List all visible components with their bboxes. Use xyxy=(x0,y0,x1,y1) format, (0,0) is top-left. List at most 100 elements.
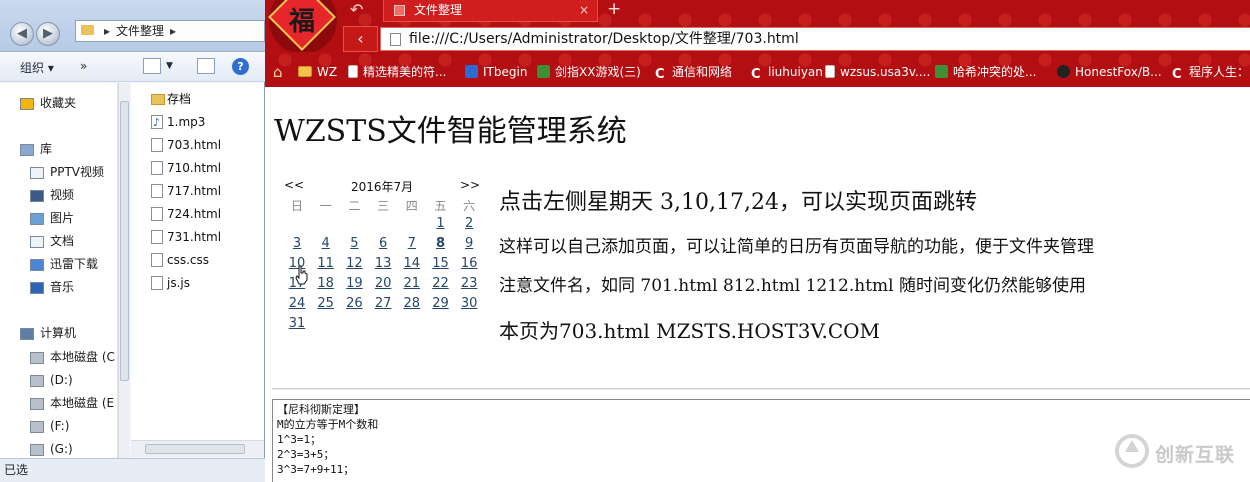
calendar-day[interactable]: 4 xyxy=(312,236,340,251)
preview-pane-icon[interactable] xyxy=(197,58,215,74)
browser-back-button[interactable]: ‹ xyxy=(343,26,378,52)
nav-item[interactable]: 本地磁盘 (E xyxy=(30,393,114,413)
note-line: 1^3=1； xyxy=(277,433,322,446)
calendar-day[interactable]: 15 xyxy=(427,256,455,271)
nav-item[interactable]: (D:) xyxy=(30,370,73,390)
file-item[interactable]: 724.html xyxy=(151,204,221,224)
close-icon[interactable]: × xyxy=(579,0,589,20)
calendar-day-link[interactable]: 3 xyxy=(283,236,311,251)
calendar-day[interactable]: 26 xyxy=(340,296,368,311)
scroll-thumb[interactable] xyxy=(145,444,245,454)
folder-icon xyxy=(151,94,165,105)
calendar-day[interactable]: 21 xyxy=(398,276,426,291)
calendar-day[interactable]: 5 xyxy=(340,236,368,251)
calendar-weekday: 一 xyxy=(319,199,332,213)
file-item[interactable]: 703.html xyxy=(151,135,222,155)
bookmark-item[interactable]: C 程序人生： xyxy=(1172,64,1249,82)
calendar-day[interactable]: 6 xyxy=(369,236,397,251)
nav-item[interactable]: PPTV视频 xyxy=(30,162,104,182)
calendar-day[interactable]: 7 xyxy=(398,236,426,251)
file-item[interactable]: js.js xyxy=(151,273,190,293)
scroll-thumb[interactable] xyxy=(120,101,129,381)
horizontal-scrollbar[interactable] xyxy=(131,440,264,457)
calendar-day-link[interactable]: 31 xyxy=(283,316,311,331)
undo-close-tab-icon[interactable]: ↶ xyxy=(350,0,363,19)
nav-item[interactable]: 库 xyxy=(20,139,52,159)
nav-item[interactable]: (G:) xyxy=(30,439,73,458)
organize-menu[interactable]: 组织 ▾ xyxy=(20,59,54,76)
nav-item-label: 库 xyxy=(40,142,53,156)
calendar-day[interactable]: 30 xyxy=(455,296,483,311)
bookmark-item[interactable]: ITbegin xyxy=(465,64,527,80)
file-item[interactable]: 731.html xyxy=(151,227,222,247)
hand-cursor-icon xyxy=(295,265,308,285)
forward-button[interactable]: ▶ xyxy=(36,22,60,46)
nav-item[interactable]: (F:) xyxy=(30,416,69,436)
new-tab-button[interactable]: + xyxy=(607,0,621,19)
nav-item[interactable]: 音乐 xyxy=(30,277,74,297)
calendar-day[interactable]: 16 xyxy=(455,256,483,271)
calendar-day[interactable]: 14 xyxy=(398,256,426,271)
nav-item[interactable]: 迅雷下载 xyxy=(30,254,98,274)
note-textarea[interactable]: 【尼科彻斯定理】 M的立方等于M个数和 1^3=1； 2^3=3+5； 3^3=7+9+… xyxy=(272,399,1250,482)
calendar-day[interactable]: 11 xyxy=(312,256,340,271)
calendar-next-button[interactable]: >> xyxy=(460,178,480,192)
calendar-day[interactable]: 29 xyxy=(427,296,455,311)
bookmark-item[interactable]: HonestFox/B... xyxy=(1057,64,1162,80)
file-item[interactable]: css.css xyxy=(151,250,210,270)
watermark-logo-icon xyxy=(1115,434,1149,468)
bookmark-item[interactable]: WZ xyxy=(298,64,337,80)
address-bar[interactable]: ▸ 文件整理 ▸ xyxy=(75,20,265,42)
bookmark-item[interactable]: 精选精美的符... xyxy=(348,64,446,80)
bookmark-item[interactable]: 剑指XX游戏(三) xyxy=(537,64,641,80)
calendar-day[interactable]: 20 xyxy=(369,276,397,291)
calendar-day[interactable]: 27 xyxy=(369,296,397,311)
view-icon[interactable] xyxy=(143,58,161,74)
calendar-day[interactable]: 8 xyxy=(427,236,455,251)
file-name: 1.mp3 xyxy=(167,115,206,129)
bookmark-item[interactable]: C 通信和网络 xyxy=(655,64,732,82)
calendar-day[interactable]: 1 xyxy=(427,216,455,231)
file-item[interactable]: 710.html xyxy=(151,158,221,178)
home-icon[interactable]: ⌂ xyxy=(273,64,283,80)
more-button[interactable]: » xyxy=(80,59,87,73)
nav-scrollbar[interactable] xyxy=(118,83,130,458)
file-name: css.css xyxy=(167,253,210,267)
bookmark-item[interactable]: Cliuhuiyan xyxy=(751,64,823,82)
bookmark-item[interactable]: 哈希冲突的处... xyxy=(935,64,1036,80)
calendar-day[interactable]: 2 xyxy=(455,216,483,231)
calendar-day[interactable]: 28 xyxy=(398,296,426,311)
csdn-icon: C xyxy=(1172,67,1182,82)
nav-item[interactable]: 文档 xyxy=(30,231,74,251)
calendar-prev-button[interactable]: << xyxy=(284,178,304,192)
bookmark-item[interactable]: wzsus.usa3v.... xyxy=(825,64,930,80)
calendar-day[interactable]: 23 xyxy=(455,276,483,291)
nav-item[interactable]: 视频 xyxy=(30,185,74,205)
calendar-day[interactable]: 12 xyxy=(340,256,368,271)
nav-item[interactable]: 计算机 xyxy=(20,323,76,343)
github-icon xyxy=(1057,65,1070,78)
calendar-day[interactable]: 22 xyxy=(427,276,455,291)
calendar-day-link[interactable]: 24 xyxy=(283,296,311,311)
file-name: 731.html xyxy=(167,230,222,244)
fu-logo-icon: 福 xyxy=(268,0,337,52)
calendar-day[interactable]: 18 xyxy=(312,276,340,291)
calendar-day[interactable]: 9 xyxy=(455,236,483,251)
calendar-day[interactable]: 25 xyxy=(312,296,340,311)
nav-item[interactable]: 收藏夹 xyxy=(20,93,76,113)
help-icon[interactable]: ? xyxy=(232,58,249,75)
nav-item[interactable]: 本地磁盘 (C xyxy=(30,347,115,367)
file-item[interactable]: 存档 xyxy=(151,89,191,109)
tab-active[interactable]: 文件整理 × xyxy=(383,0,598,22)
file-item[interactable]: 1.mp3 xyxy=(151,112,206,133)
chevron-down-icon[interactable]: ▼ xyxy=(166,61,173,71)
calendar-day[interactable]: 13 xyxy=(369,256,397,271)
nav-item[interactable]: 图片 xyxy=(30,208,74,228)
back-button[interactable]: ◀ xyxy=(10,22,34,46)
file-item[interactable]: 717.html xyxy=(151,181,221,201)
calendar-day[interactable]: 19 xyxy=(340,276,368,291)
calendar-weekday: 六 xyxy=(463,199,476,213)
url-bar[interactable]: file:///C:/Users/Administrator/Desktop/文… xyxy=(380,27,1250,51)
file-name: 703.html xyxy=(167,138,222,152)
page-content: WZSTS文件智能管理系统 << 2016年7月 >> 日一二三四五六12345… xyxy=(265,87,1250,482)
